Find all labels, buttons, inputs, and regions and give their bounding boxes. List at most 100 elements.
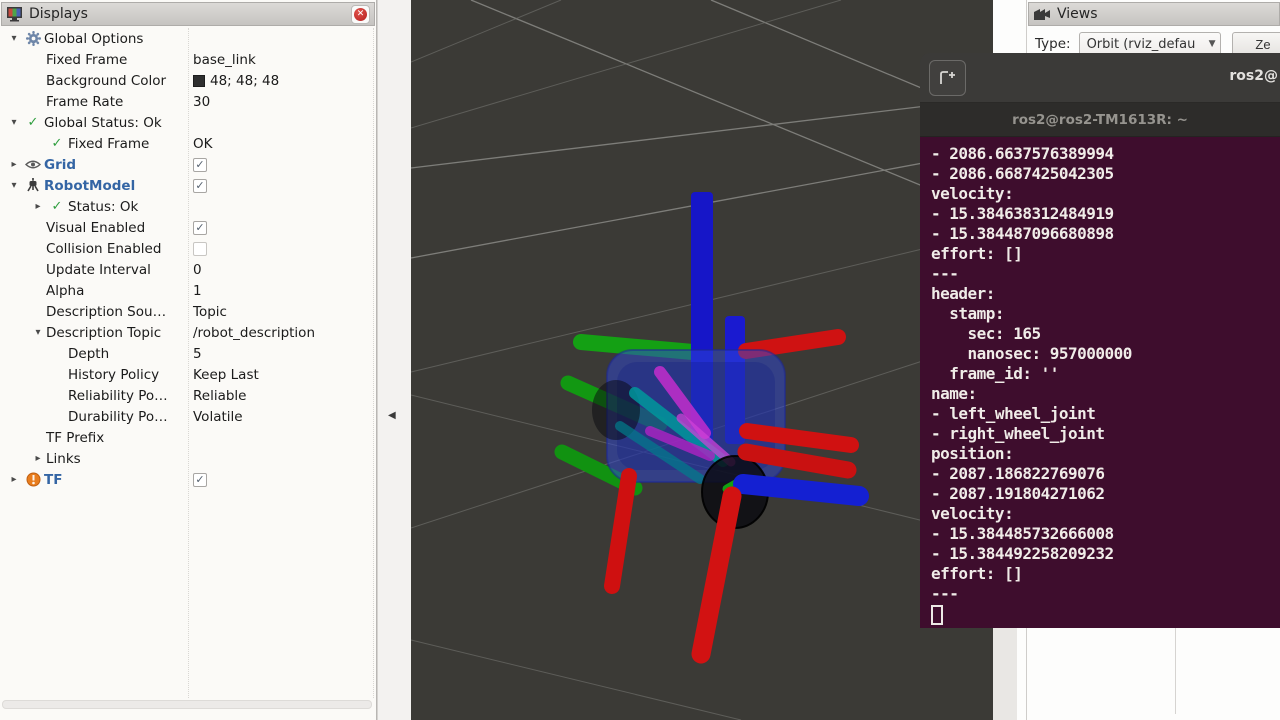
property-name: Collision Enabled — [46, 241, 161, 257]
grid-eye-icon — [25, 159, 41, 170]
property-value[interactable]: 0 — [193, 262, 202, 278]
property-icon — [22, 159, 44, 170]
property-value-cell[interactable]: ✓ — [188, 221, 376, 235]
property-value[interactable]: Topic — [193, 304, 227, 320]
tf-axis-blue — [743, 484, 859, 496]
property-name: Description Sou… — [46, 304, 166, 320]
checkbox-checked[interactable]: ✓ — [193, 179, 207, 193]
property-value-cell[interactable]: OK — [188, 136, 376, 152]
views-panel-header[interactable]: Views — [1028, 2, 1280, 26]
property-name: Status: Ok — [68, 199, 138, 215]
expand-arrow-icon[interactable]: ▾ — [6, 33, 22, 44]
expand-arrow-icon[interactable]: ▾ — [6, 117, 22, 128]
property-label-cell: Description Sou… — [0, 304, 188, 320]
terminal-line: frame_id: '' — [931, 364, 1280, 384]
views-scrollbar[interactable] — [993, 628, 1017, 720]
property-value-cell[interactable]: Volatile — [188, 409, 376, 425]
terminal-line: - 15.384492258209232 — [931, 544, 1280, 564]
property-value-cell[interactable]: base_link — [188, 52, 376, 68]
property-value-cell[interactable] — [188, 242, 376, 256]
property-value-cell[interactable]: /robot_description — [188, 325, 376, 341]
gear-icon — [26, 31, 41, 46]
property-value-cell[interactable]: Topic — [188, 304, 376, 320]
checkbox-checked[interactable]: ✓ — [193, 473, 207, 487]
panel-splitter[interactable]: ◀ — [378, 0, 411, 720]
3d-viewport[interactable] — [411, 0, 993, 720]
property-value[interactable]: OK — [193, 136, 212, 152]
property-value-cell[interactable]: 30 — [188, 94, 376, 110]
displays-horizontal-scrollbar[interactable] — [2, 700, 372, 709]
terminal-line: - 15.384485732666008 — [931, 524, 1280, 544]
property-value-cell[interactable]: Reliable — [188, 388, 376, 404]
views-panel-title: Views — [1057, 6, 1275, 22]
status-ok-icon: ✓ — [52, 199, 63, 214]
property-name: Grid — [44, 157, 76, 173]
checkbox-checked[interactable]: ✓ — [193, 158, 207, 172]
terminal-line: --- — [931, 264, 1280, 284]
property-label-cell: Collision Enabled — [0, 241, 188, 257]
terminal-cursor — [931, 605, 943, 625]
status-ok-icon: ✓ — [28, 115, 39, 130]
property-label-cell: History Policy — [0, 367, 188, 383]
displays-panel-header[interactable]: Displays ✕ — [1, 2, 375, 26]
property-value-cell[interactable]: ✓ — [188, 473, 376, 487]
terminal-line: velocity: — [931, 504, 1280, 524]
terminal-titlebar[interactable]: ros2@ — [920, 53, 1280, 103]
terminal-line: stamp: — [931, 304, 1280, 324]
property-name: Fixed Frame — [46, 52, 127, 68]
property-value[interactable]: 48; 48; 48 — [210, 73, 279, 89]
status-ok-icon: ✓ — [52, 136, 63, 151]
collapse-arrow-icon[interactable]: ▸ — [30, 201, 46, 212]
property-value-cell[interactable]: 1 — [188, 283, 376, 299]
checkbox-unchecked[interactable] — [193, 242, 207, 256]
terminal-line: sec: 165 — [931, 324, 1280, 344]
property-name: History Policy — [68, 367, 159, 383]
terminal-line: - 15.384487096680898 — [931, 224, 1280, 244]
terminal-output[interactable]: - 2086.6637576389994- 2086.6687425042305… — [920, 137, 1280, 628]
expand-arrow-icon[interactable]: ▾ — [6, 180, 22, 191]
property-icon: ✓ — [46, 199, 68, 214]
property-icon — [22, 472, 44, 487]
color-swatch[interactable] — [193, 75, 205, 87]
rviz-window: Displays ✕ ▾ Global Options Fixed Frame bas… — [0, 0, 1280, 720]
terminal-window: ros2@ ros2@ros2-TM1613R: ~ - 2086.663757… — [920, 53, 1280, 629]
property-value-cell[interactable]: 0 — [188, 262, 376, 278]
property-value[interactable]: Keep Last — [193, 367, 259, 383]
terminal-line: nanosec: 957000000 — [931, 344, 1280, 364]
property-value[interactable]: 5 — [193, 346, 202, 362]
views-icon — [1033, 8, 1051, 21]
checkbox-checked[interactable]: ✓ — [193, 221, 207, 235]
property-value[interactable]: base_link — [193, 52, 256, 68]
property-label-cell: Reliability Po… — [0, 388, 188, 404]
3d-scene — [411, 0, 993, 720]
column-divider[interactable] — [188, 28, 189, 698]
property-value-cell[interactable]: ✓ — [188, 179, 376, 193]
property-icon: ✓ — [46, 136, 68, 151]
property-value-cell[interactable]: 48; 48; 48 — [188, 73, 376, 89]
tf-axis-x-red — [612, 476, 629, 586]
displays-close-button[interactable]: ✕ — [351, 5, 370, 24]
chevron-down-icon: ▼ — [1209, 39, 1216, 49]
property-value[interactable]: Volatile — [193, 409, 243, 425]
terminal-line: --- — [931, 584, 1280, 604]
collapse-panel-icon[interactable]: ◀ — [388, 410, 396, 421]
property-value-cell[interactable]: ✓ — [188, 158, 376, 172]
new-tab-button[interactable] — [929, 60, 966, 96]
property-value[interactable]: 1 — [193, 283, 202, 299]
collapse-arrow-icon[interactable]: ▸ — [6, 159, 22, 170]
collapse-arrow-icon[interactable]: ▸ — [30, 453, 46, 464]
collapse-arrow-icon[interactable]: ▸ — [6, 474, 22, 485]
expand-arrow-icon[interactable]: ▾ — [30, 327, 46, 338]
property-value[interactable]: /robot_description — [193, 325, 315, 341]
terminal-line: - 2087.186822769076 — [931, 464, 1280, 484]
terminal-tabbar[interactable]: ros2@ros2-TM1613R: ~ — [920, 103, 1280, 137]
property-value-cell[interactable]: Keep Last — [188, 367, 376, 383]
property-name: Global Options — [44, 31, 143, 47]
property-value[interactable]: Reliable — [193, 388, 246, 404]
displays-panel-title: Displays — [29, 6, 345, 22]
terminal-line: - left_wheel_joint — [931, 404, 1280, 424]
displays-panel: Displays ✕ ▾ Global Options Fixed Frame bas… — [0, 0, 377, 720]
property-label-cell: ▸TF — [0, 472, 188, 488]
property-value[interactable]: 30 — [193, 94, 210, 110]
property-value-cell[interactable]: 5 — [188, 346, 376, 362]
